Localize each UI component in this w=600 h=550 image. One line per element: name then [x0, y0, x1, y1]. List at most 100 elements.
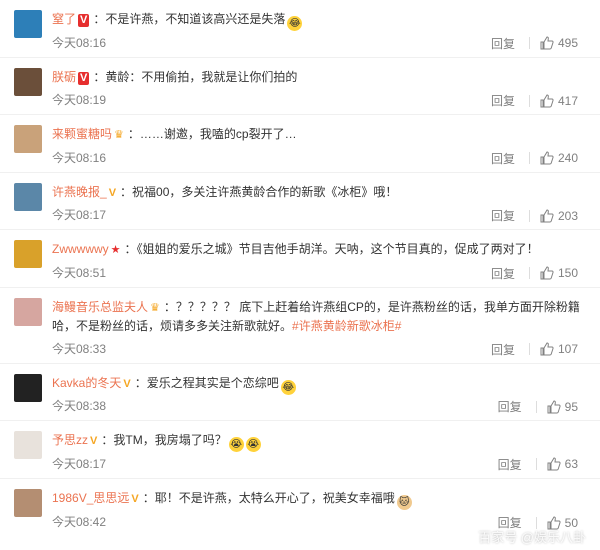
comment-time: 今天08:17	[52, 208, 107, 222]
username[interactable]: 来颗蜜糖吗	[52, 127, 112, 141]
separator: ：	[142, 490, 155, 505]
watermark: 百家号 @娱乐八卦	[478, 530, 586, 545]
separator: ：	[93, 69, 106, 84]
verified-badge-icon: V	[108, 186, 117, 199]
comment-text: 祝福00，多关注许燕黄龄合作的新歌《冰柜》哦！	[132, 184, 398, 199]
username[interactable]: 予思zz	[52, 433, 88, 447]
username[interactable]: 窒了	[52, 12, 76, 26]
username[interactable]: 1986V_思思远	[52, 491, 129, 505]
comment-item: 窒了 V ：不是许燕，不知道该高兴还是失落 😂 今天08:16 回复 495	[0, 0, 600, 58]
avatar[interactable]	[14, 182, 42, 211]
like-count: 107	[557, 342, 578, 356]
divider	[528, 343, 530, 355]
like-button[interactable]: 150	[540, 266, 578, 280]
reply-button[interactable]: 回复	[491, 92, 515, 109]
comment-actions: 回复 240	[491, 150, 578, 167]
avatar[interactable]	[14, 125, 42, 153]
username[interactable]: Zwwwwwy	[52, 242, 109, 256]
username[interactable]: Kavka的冬天	[52, 376, 121, 390]
comment-text: 爱乐之程其实是个恋综吧	[146, 375, 279, 390]
comment-body: 朕砺 V ：黄龄：不用偷拍，我就是让你们拍的	[52, 68, 586, 86]
comment-item: Kavka的冬天 V ：爱乐之程其实是个恋综吧 😂 今天08:38 回复 95	[0, 364, 600, 421]
verified-badge-icon: V	[131, 492, 139, 505]
like-count: 150	[557, 266, 578, 280]
reply-button[interactable]: 回复	[498, 398, 522, 415]
cat-emoji-icon: 🐱	[396, 494, 412, 510]
separator: ：	[124, 242, 137, 256]
comment-actions: 回复 63	[498, 456, 578, 473]
laugh-cry-emoji-icon: 😂	[287, 16, 303, 31]
avatar[interactable]	[14, 240, 42, 268]
hashtag-link[interactable]: #许燕黄龄新歌冰柜#	[292, 319, 401, 333]
comment-actions: 回复 203	[491, 207, 578, 224]
comment-text: ……谢邀，我嗑的cp裂开了…	[139, 127, 297, 141]
separator: ：	[93, 12, 106, 26]
divider	[528, 267, 530, 279]
comment-time: 今天08:51	[52, 265, 107, 280]
username[interactable]: 朕砺	[52, 70, 76, 84]
comment-actions: 回复 95	[498, 398, 578, 415]
username[interactable]: 海鳗音乐总监夫人	[52, 300, 148, 314]
avatar[interactable]	[14, 431, 42, 459]
divider	[528, 37, 530, 49]
divider	[535, 400, 537, 413]
thumb-up-icon	[540, 36, 554, 50]
avatar[interactable]	[14, 373, 42, 402]
like-button[interactable]: 95	[547, 400, 578, 414]
verified-badge-icon: V	[78, 14, 90, 27]
reply-button[interactable]: 回复	[491, 150, 515, 167]
separator: ：	[163, 299, 176, 314]
comment-body: Kavka的冬天 V ：爱乐之程其实是个恋综吧 😂	[52, 374, 586, 395]
comment-time: 今天08:16	[52, 150, 107, 165]
comment-text: 《姐姐的爱乐之城》节目吉他手胡洋。天呐，这个节目真的，促成了两对了！	[136, 242, 539, 256]
avatar[interactable]	[14, 10, 42, 38]
comment-item: 来颗蜜糖吗 ♛ ：……谢邀，我嗑的cp裂开了… 今天08:16 回复 240	[0, 115, 600, 173]
thumb-up-icon	[540, 208, 554, 222]
star-badge-icon: ★	[110, 244, 121, 256]
like-button[interactable]: 495	[540, 36, 578, 50]
like-count: 203	[557, 208, 578, 223]
comment-text: 不是许燕，不知道该高兴还是失落	[105, 12, 286, 26]
comment-item: 予思zz V ：我TM，我房塌了吗？ 😭 😭 今天08:17 回复 63	[0, 421, 600, 479]
divider	[528, 94, 530, 107]
thumb-up-icon	[540, 266, 554, 280]
comment-text: 我TM，我房塌了吗？	[113, 433, 227, 447]
like-button[interactable]: 417	[540, 94, 578, 108]
like-button[interactable]: 203	[540, 209, 578, 223]
comment-body: 许燕晚报_ V ：祝福00，多关注许燕黄龄合作的新歌《冰柜》哦！	[52, 183, 586, 202]
like-count: 240	[557, 151, 578, 165]
like-button[interactable]: 240	[540, 151, 578, 165]
reply-button[interactable]: 回复	[498, 456, 522, 473]
comment-text: 黄龄：不用偷拍，我就是让你们拍的	[105, 69, 298, 84]
comment-item: Zwwwwwy ★ ：《姐姐的爱乐之城》节目吉他手胡洋。天呐，这个节目真的，促成了两…	[0, 230, 600, 288]
comment-actions: 回复 150	[491, 265, 578, 282]
reply-button[interactable]: 回复	[491, 265, 515, 282]
divider	[528, 209, 530, 222]
comment-actions: 回复 417	[491, 92, 578, 109]
avatar[interactable]	[14, 67, 42, 96]
comment-time: 今天08:42	[52, 515, 107, 529]
reply-button[interactable]: 回复	[491, 341, 515, 358]
thumb-up-icon	[547, 399, 561, 413]
avatar[interactable]	[14, 488, 42, 517]
comment-time: 今天08:38	[52, 399, 107, 413]
divider	[535, 458, 537, 470]
like-button[interactable]: 107	[540, 342, 578, 356]
cry-emoji-icon: 😭	[245, 437, 261, 452]
comment-body: 来颗蜜糖吗 ♛ ：……谢邀，我嗑的cp裂开了…	[52, 125, 586, 144]
like-count: 495	[557, 36, 578, 50]
laugh-cry-emoji-icon: 😂	[280, 379, 296, 395]
verified-badge-icon: V	[123, 377, 131, 390]
comment-list: 窒了 V ：不是许燕，不知道该高兴还是失落 😂 今天08:16 回复 495 朕砺 V：…	[0, 0, 600, 536]
verified-badge-icon: V	[90, 435, 98, 447]
avatar[interactable]	[14, 297, 42, 326]
separator: ：	[101, 433, 114, 447]
reply-button[interactable]: 回复	[491, 35, 515, 52]
username[interactable]: 许燕晚报_	[52, 185, 107, 199]
comment-time: 今天08:16	[52, 35, 107, 50]
comment-body: 窒了 V ：不是许燕，不知道该高兴还是失落 😂	[52, 10, 586, 31]
reply-button[interactable]: 回复	[491, 207, 515, 224]
comment-body: 予思zz V ：我TM，我房塌了吗？ 😭 😭	[52, 431, 586, 452]
comment-time: 今天08:19	[52, 93, 107, 107]
like-button[interactable]: 63	[547, 457, 578, 471]
